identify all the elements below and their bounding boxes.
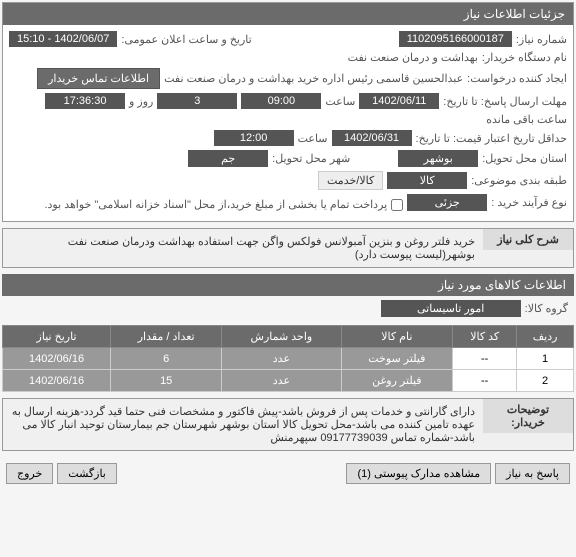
payment-checkbox[interactable] xyxy=(391,199,403,211)
th-date: تاریخ نیاز xyxy=(3,326,111,348)
cell: فیلتر سوخت xyxy=(341,348,453,370)
items-table: ردیف کد کالا نام کالا واحد شمارش تعداد /… xyxy=(2,325,574,392)
cell: فیلتر روغن xyxy=(341,370,453,392)
items-header: اطلاعات کالاهای مورد نیاز xyxy=(2,274,574,296)
process-value: جزئی xyxy=(407,194,487,211)
cell: 6 xyxy=(111,348,222,370)
exit-button[interactable]: خروج xyxy=(6,463,53,484)
cell: 2 xyxy=(517,370,574,392)
deadline-label: مهلت ارسال پاسخ: تا تاریخ: xyxy=(443,95,567,108)
days-value: 3 xyxy=(157,93,237,109)
cell: عدد xyxy=(222,348,341,370)
th-qty: تعداد / مقدار xyxy=(111,326,222,348)
th-unit: واحد شمارش xyxy=(222,326,341,348)
table-row: 2 -- فیلتر روغن عدد 15 1402/06/16 xyxy=(3,370,574,392)
category-label: طبقه بندی موضوعی: xyxy=(471,174,567,187)
days-label: روز و xyxy=(129,95,153,108)
panel-title: جزئیات اطلاعات نیاز xyxy=(3,3,573,25)
notes-label: توضیحات خریدار: xyxy=(483,399,573,433)
attachments-button[interactable]: مشاهده مدارک پیوستی (1) xyxy=(346,463,491,484)
cell: 1 xyxy=(517,348,574,370)
announce-label: تاریخ و ساعت اعلان عمومی: xyxy=(121,33,251,46)
description-panel: شرح کلی نیاز خرید فلتر روغن و بنزین آمبو… xyxy=(2,228,574,268)
deliver-prov: بوشهر xyxy=(398,150,478,167)
desc-label: شرح کلی نیاز xyxy=(483,229,573,250)
notes-text: دارای گارانتی و خدمات پس از فروش باشد-پی… xyxy=(3,399,483,450)
min-valid-date: 1402/06/31 xyxy=(332,130,412,146)
need-no-value: 1102095166000187 xyxy=(399,31,512,47)
need-no-label: شماره نیاز: xyxy=(516,33,567,46)
deliver-city-label: شهر محل تحویل: xyxy=(272,152,350,165)
contact-button[interactable]: اطلاعات تماس خریدار xyxy=(37,68,160,89)
th-row: ردیف xyxy=(517,326,574,348)
buyer-dev-label: نام دستگاه خریدار: xyxy=(482,51,567,64)
desc-text: خرید فلتر روغن و بنزین آمبولانس فولکس وا… xyxy=(3,229,483,267)
time-label-2: ساعت xyxy=(298,132,328,145)
cell: 1402/06/16 xyxy=(3,370,111,392)
table-row: 1 -- فیلتر سوخت عدد 6 1402/06/16 xyxy=(3,348,574,370)
buyer-dev-value: بهداشت و درمان صنعت نفت xyxy=(348,51,478,64)
cell: 15 xyxy=(111,370,222,392)
panel-body: شماره نیاز: 1102095166000187 تاریخ و ساع… xyxy=(3,25,573,221)
payment-note: پرداخت تمام یا بخشی از مبلغ خرید،از محل … xyxy=(44,198,387,211)
cat-goods: کالا xyxy=(387,172,467,189)
deadline-date: 1402/06/11 xyxy=(359,93,439,109)
th-name: نام کالا xyxy=(341,326,453,348)
cell: -- xyxy=(453,370,517,392)
notes-panel: توضیحات خریدار: دارای گارانتی و خدمات پس… xyxy=(2,398,574,451)
min-valid-label: حداقل تاریخ اعتبار قیمت: تا تاریخ: xyxy=(416,132,567,145)
announce-value: 1402/06/07 - 15:10 xyxy=(9,31,117,47)
th-code: کد کالا xyxy=(453,326,517,348)
remain-time: 17:36:30 xyxy=(45,93,125,109)
min-valid-time: 12:00 xyxy=(214,130,294,146)
group-label: گروه کالا: xyxy=(525,302,568,315)
deliver-city: جم xyxy=(188,150,268,167)
creator-value: عبدالحسین قاسمی رئیس اداره خرید بهداشت و… xyxy=(164,72,463,85)
cell: 1402/06/16 xyxy=(3,348,111,370)
back-button[interactable]: بازگشت xyxy=(57,463,117,484)
footer: پاسخ به نیاز مشاهده مدارک پیوستی (1) باز… xyxy=(0,457,576,490)
process-label: نوع فرآیند خرید : xyxy=(491,196,567,209)
deliver-prov-label: استان محل تحویل: xyxy=(482,152,567,165)
table-header-row: ردیف کد کالا نام کالا واحد شمارش تعداد /… xyxy=(3,326,574,348)
deadline-time: 09:00 xyxy=(241,93,321,109)
remain-label: ساعت باقی مانده xyxy=(486,113,567,126)
creator-label: ایجاد کننده درخواست: xyxy=(467,72,567,85)
cell: -- xyxy=(453,348,517,370)
details-panel: جزئیات اطلاعات نیاز شماره نیاز: 11020951… xyxy=(2,2,574,222)
cell: عدد xyxy=(222,370,341,392)
time-label-1: ساعت xyxy=(325,95,355,108)
cat-service: کالا/خدمت xyxy=(318,171,383,190)
reply-button[interactable]: پاسخ به نیاز xyxy=(495,463,570,484)
group-value: امور تاسیساتی xyxy=(381,300,521,317)
